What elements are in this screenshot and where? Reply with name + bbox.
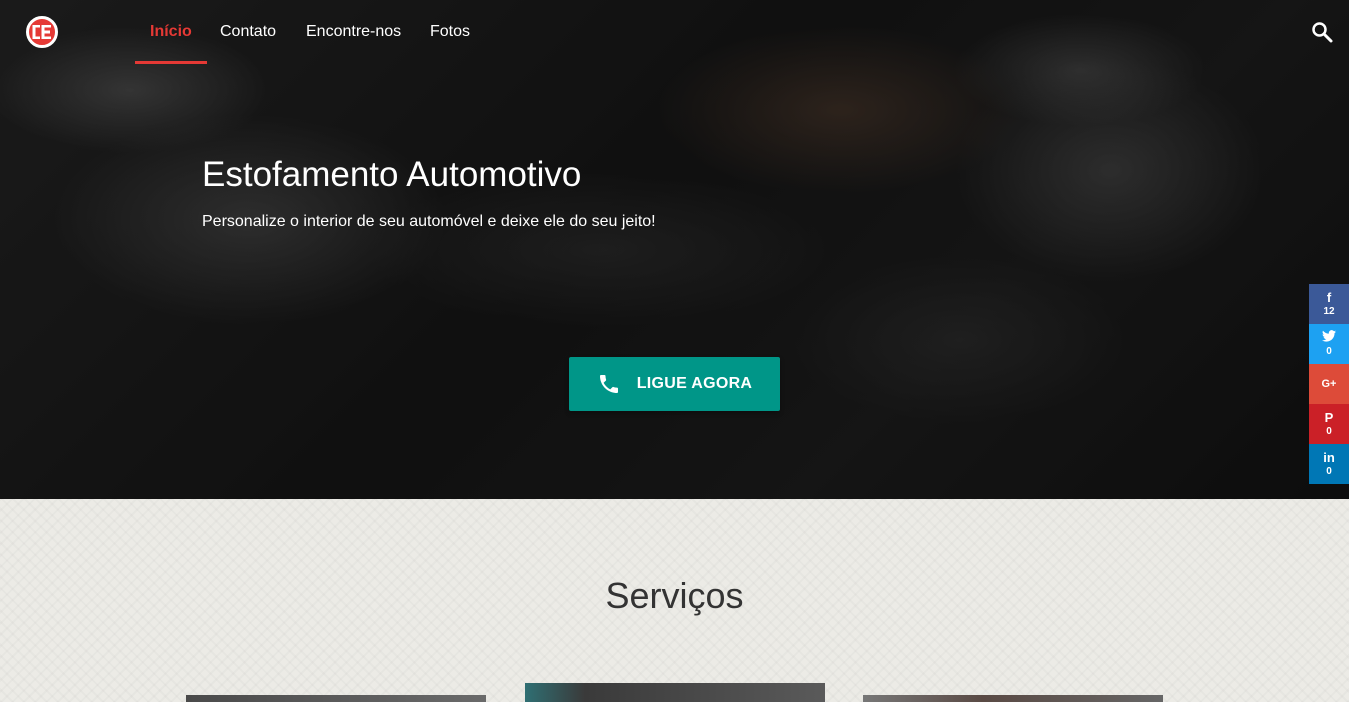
call-now-label: LIGUE AGORA [636, 375, 753, 392]
share-linkedin-button[interactable]: in 0 [1309, 444, 1349, 484]
services-section: Serviços [0, 499, 1349, 702]
service-card-image[interactable] [863, 695, 1163, 702]
nav-item-inicio[interactable]: Início [135, 0, 207, 64]
linkedin-icon: in [1323, 449, 1335, 465]
service-card-image[interactable] [186, 695, 486, 702]
search-button[interactable] [1310, 20, 1334, 44]
google-plus-icon: G+ [1321, 378, 1337, 390]
share-count: 0 [1326, 425, 1332, 437]
pinterest-icon: P [1324, 409, 1334, 425]
share-count: 12 [1323, 305, 1335, 317]
hero-section: Início Contato Encontre-nos Fotos Estofa… [0, 0, 1349, 499]
twitter-icon [1322, 330, 1336, 345]
call-now-button[interactable]: LIGUE AGORA [569, 357, 780, 411]
logo-ce-mark [32, 25, 51, 39]
site-logo[interactable] [26, 16, 58, 48]
facebook-icon: f [1326, 289, 1332, 305]
share-facebook-button[interactable]: f 12 [1309, 284, 1349, 324]
share-count: 0 [1326, 346, 1332, 357]
social-share-bar: f 12 0 G+ P 0 in 0 [1309, 284, 1349, 484]
share-twitter-button[interactable]: 0 [1309, 324, 1349, 364]
share-count: 0 [1326, 465, 1332, 477]
nav-item-encontre-nos[interactable]: Encontre-nos [291, 0, 416, 64]
service-card-image[interactable] [525, 683, 825, 702]
share-google-plus-button[interactable]: G+ [1309, 364, 1349, 404]
services-title: Serviços [605, 575, 744, 616]
hero-overlay [0, 0, 1349, 499]
phone-icon [599, 375, 618, 393]
hero-title: Estofamento Automotivo [202, 155, 582, 194]
hero-subtitle: Personalize o interior de seu automóvel … [202, 213, 656, 230]
share-pinterest-button[interactable]: P 0 [1309, 404, 1349, 444]
top-navbar: Início Contato Encontre-nos Fotos [0, 0, 1349, 64]
nav-item-contato[interactable]: Contato [205, 0, 291, 64]
nav-item-fotos[interactable]: Fotos [415, 0, 485, 64]
search-icon [1312, 22, 1333, 43]
